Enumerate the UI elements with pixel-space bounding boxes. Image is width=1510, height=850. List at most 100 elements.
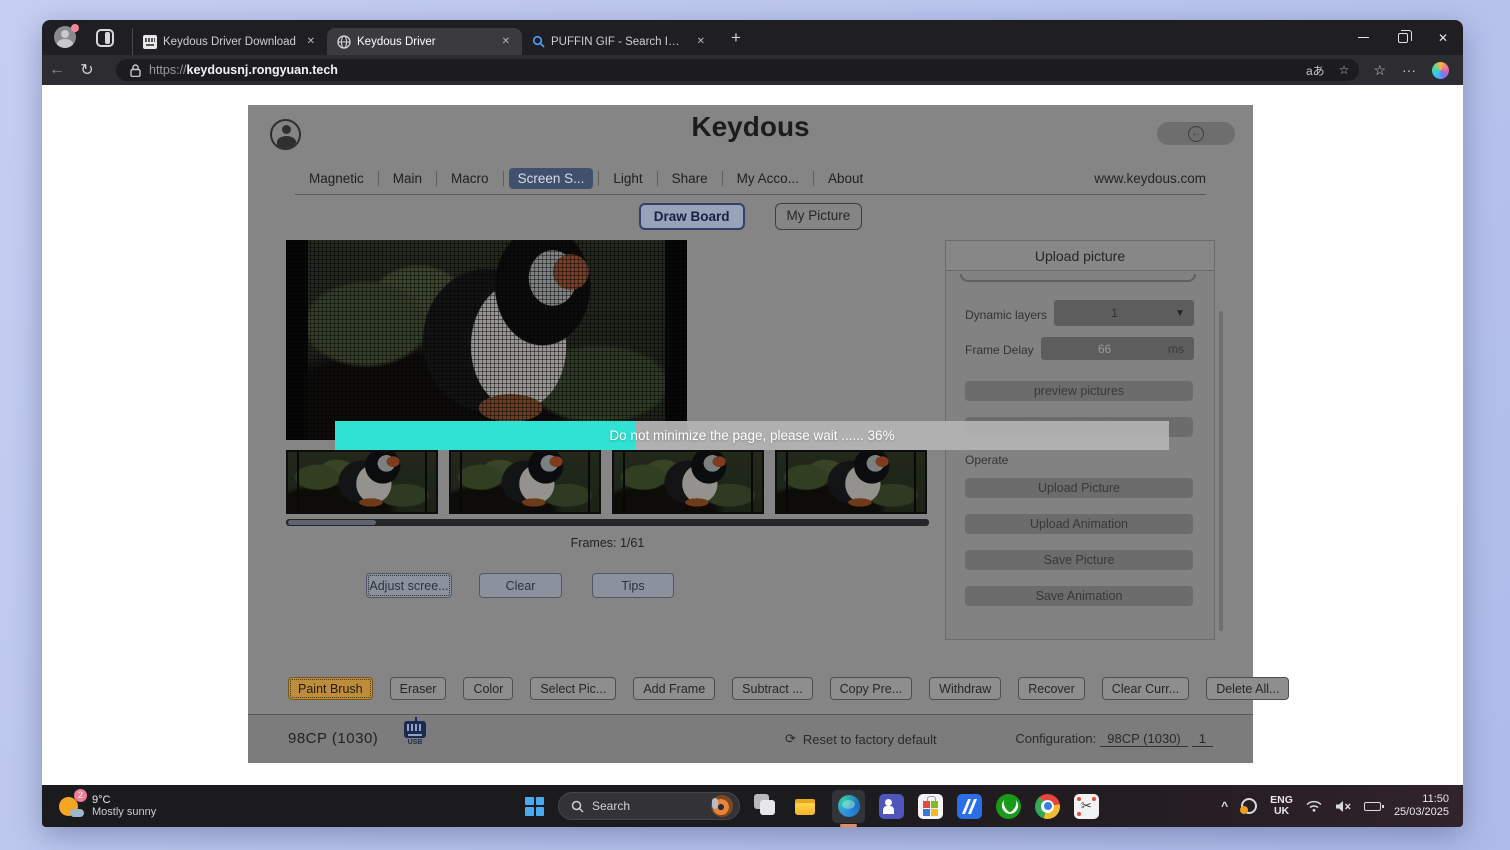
reset-factory-default[interactable]: ⟳ Reset to factory default [785,731,937,747]
search-highlight-icon [711,795,733,817]
weather-widget[interactable]: 2 9°C Mostly sunny [58,793,156,819]
thumbnail-scrollbar[interactable] [286,519,929,526]
collections-icon[interactable]: ☆ [1373,62,1386,79]
site-link[interactable]: www.keydous.com [1094,171,1206,186]
puffin-image [451,452,599,512]
view-tabs: Draw Board My Picture [248,203,1253,230]
tab-close-icon[interactable]: ✕ [498,34,514,49]
subtract-frame-button[interactable]: Subtract ... [732,677,812,700]
tab-close-icon[interactable]: ✕ [303,34,319,49]
withdraw-button[interactable]: Withdraw [929,677,1001,700]
copilot-icon[interactable] [1432,62,1449,79]
teams-icon[interactable] [879,794,904,819]
volume-muted-icon[interactable] [1335,800,1351,813]
copy-previous-button[interactable]: Copy Pre... [830,677,913,700]
microsoft-store-icon[interactable] [918,794,943,819]
nav-my-account[interactable]: My Acco... [728,168,808,189]
recover-button[interactable]: Recover [1018,677,1085,700]
paint-brush-button[interactable]: Paint Brush [288,677,373,700]
puffin-image [777,452,925,512]
start-button[interactable] [525,797,544,816]
sync-status-icon[interactable] [1241,798,1257,814]
blue-app-icon[interactable] [957,794,982,819]
eraser-button[interactable]: Eraser [390,677,447,700]
progress-text: Do not minimize the page, please wait ..… [335,421,1169,450]
configuration-value[interactable]: 98CP (1030) [1100,731,1187,747]
edge-icon [838,795,860,817]
globe-favicon [337,35,351,49]
translate-icon[interactable]: aあ [1306,62,1325,79]
nav-about[interactable]: About [819,168,872,189]
frame-thumbnail-2[interactable] [449,450,601,514]
draw-board-tab[interactable]: Draw Board [639,203,745,230]
edge-browser-icon-active[interactable] [832,790,865,823]
tray-chevron-up-icon[interactable]: ^ [1221,799,1228,813]
save-picture-button[interactable]: Save Picture [965,550,1193,570]
language-indicator[interactable]: ENGUK [1270,795,1293,817]
add-frame-button[interactable]: Add Frame [633,677,715,700]
nav-macro[interactable]: Macro [442,168,498,189]
frame-thumbnail-1[interactable] [286,450,438,514]
scrollbar-thumb[interactable] [288,520,376,525]
panel-scrollbar[interactable] [1219,311,1223,631]
configuration-number[interactable]: 1 [1192,731,1213,747]
file-explorer-icon[interactable] [793,794,818,819]
save-animation-button[interactable]: Save Animation [965,586,1193,606]
tab-close-icon[interactable]: ✕ [693,34,709,49]
battery-icon[interactable] [1364,802,1381,811]
back-icon[interactable]: ← [42,61,72,79]
my-picture-tab[interactable]: My Picture [775,203,863,230]
progress-bar: Do not minimize the page, please wait ..… [335,421,1169,450]
new-tab-button[interactable]: + [731,28,741,48]
refresh-icon[interactable]: ↻ [72,60,102,80]
tips-button[interactable]: Tips [592,573,674,598]
usb-plug [415,717,417,721]
search-favicon [532,35,545,48]
select-picture-button[interactable]: Select Pic... [530,677,616,700]
nav-share[interactable]: Share [663,168,717,189]
tab-title: Keydous Driver [357,36,492,48]
taskbar-search[interactable]: Search [558,792,740,820]
frame-delay-input[interactable]: 66 ms [1041,337,1194,360]
close-button[interactable]: ✕ [1423,20,1463,55]
back-button[interactable]: ← [1157,122,1235,145]
browser-tab-2-active[interactable]: Keydous Driver ✕ [327,28,522,55]
configuration-group: Configuration: 98CP (1030) 1 [1015,731,1213,747]
adjust-screen-button[interactable]: Adjust scree... [366,573,452,598]
dynamic-layers-select[interactable]: 1 ▼ [1054,300,1194,326]
puffin-image [286,240,687,440]
clear-button[interactable]: Clear [479,573,562,598]
browser-tab-3[interactable]: PUFFIN GIF - Search Images ✕ [522,28,717,55]
draw-board-canvas[interactable] [286,240,687,440]
wifi-icon[interactable] [1306,800,1322,812]
color-button[interactable]: Color [463,677,513,700]
delete-all-button[interactable]: Delete All... [1206,677,1289,700]
frame-delay-label: Frame Delay [965,343,1034,357]
nav-light[interactable]: Light [604,168,651,189]
address-bar[interactable]: https://keydousnj.rongyuan.tech aあ ☆ [116,59,1359,81]
task-view-icon[interactable] [754,794,779,819]
chrome-icon[interactable] [1035,794,1060,819]
frame-thumbnail-4[interactable] [775,450,927,514]
nav-magnetic[interactable]: Magnetic [300,168,373,189]
nav-screen-selected[interactable]: Screen S... [509,168,594,189]
browser-profile-avatar[interactable] [54,26,78,50]
workspaces-icon[interactable] [96,29,114,47]
app-nav: Magnetic Main Macro Screen S... Light Sh… [295,163,1206,195]
browser-tab-1[interactable]: Keydous Driver Download ✕ [132,28,327,55]
restore-button[interactable] [1383,20,1423,55]
frame-thumbnail-3[interactable] [612,450,764,514]
clock[interactable]: 11:5025/03/2025 [1394,793,1449,819]
minimize-button[interactable] [1343,20,1383,55]
upload-picture-button[interactable]: Upload Picture [965,478,1193,498]
snipping-tool-icon[interactable]: ✂ [1074,794,1099,819]
upload-animation-button[interactable]: Upload Animation [965,514,1193,534]
clear-current-button[interactable]: Clear Curr... [1102,677,1189,700]
xbox-icon[interactable] [996,794,1021,819]
browser-toolbar-right: ☆ ··· [1373,62,1449,79]
favorite-star-icon[interactable]: ☆ [1339,63,1350,77]
preview-pictures-button[interactable]: preview pictures [965,381,1193,401]
nav-main[interactable]: Main [384,168,431,189]
virtual-screen: Keydous Driver Download ✕ Keydous Driver… [42,20,1463,827]
settings-more-icon[interactable]: ··· [1402,62,1416,78]
